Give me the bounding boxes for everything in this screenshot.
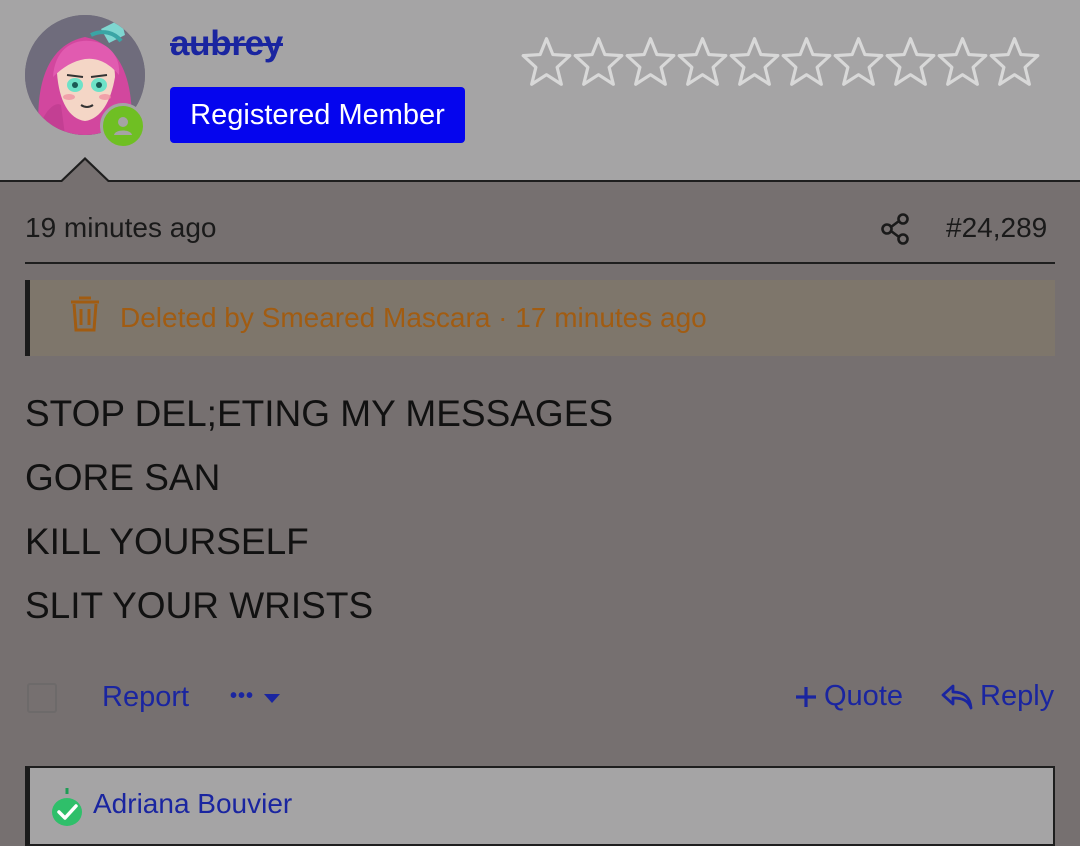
deleted-notice-text: Deleted by Smeared Mascara · 17 minutes … xyxy=(120,302,707,333)
star-empty-icon xyxy=(729,37,780,86)
star-empty-icon xyxy=(833,37,884,86)
star-empty-icon xyxy=(677,37,728,86)
message-line: GORE SAN xyxy=(25,457,221,498)
message-line: KILL YOURSELF xyxy=(25,521,309,562)
next-post-header: Adriana Bouvier xyxy=(25,766,1055,846)
reply-label: Reply xyxy=(980,680,1055,712)
star-empty-icon xyxy=(989,37,1040,86)
verified-onion-icon xyxy=(52,788,82,826)
post-number-link[interactable]: #24,289 xyxy=(946,212,1047,244)
reply-button[interactable]: Reply xyxy=(940,680,1054,713)
author-username[interactable]: aubrey xyxy=(170,24,283,64)
online-status-badge xyxy=(100,103,146,149)
quote-button[interactable]: Quote xyxy=(794,680,903,713)
next-post-username[interactable]: Adriana Bouvier xyxy=(93,788,292,820)
deleted-notice: Deleted by Smeared Mascara · 17 minutes … xyxy=(25,280,1055,356)
star-empty-icon xyxy=(521,37,572,86)
more-options-menu[interactable]: ••• xyxy=(230,685,282,708)
more-dots-icon: ••• xyxy=(230,685,255,707)
post-author-header: aubrey Registered Member xyxy=(0,0,1080,182)
share-icon[interactable] xyxy=(880,212,910,251)
member-role-badge: Registered Member xyxy=(170,87,465,143)
star-empty-icon xyxy=(937,37,988,86)
select-post-checkbox[interactable] xyxy=(27,683,57,713)
plus-icon xyxy=(796,686,816,707)
divider xyxy=(25,262,1055,264)
user-icon xyxy=(114,117,132,135)
chevron-down-icon xyxy=(264,693,281,703)
trash-icon xyxy=(71,296,99,332)
message-line: SLIT YOUR WRISTS xyxy=(25,585,374,626)
post-message: STOP DEL;ETING MY MESSAGES GORE SAN KILL… xyxy=(25,392,613,648)
rating-stars xyxy=(520,33,1040,91)
star-empty-icon xyxy=(781,37,832,86)
reply-icon xyxy=(941,684,973,709)
message-line: STOP DEL;ETING MY MESSAGES xyxy=(25,393,614,434)
quote-label: Quote xyxy=(824,680,903,712)
post-timestamp[interactable]: 19 minutes ago xyxy=(25,212,216,244)
star-empty-icon xyxy=(625,37,676,86)
report-link[interactable]: Report xyxy=(102,681,189,714)
star-empty-icon xyxy=(573,37,624,86)
star-empty-icon xyxy=(885,37,936,86)
